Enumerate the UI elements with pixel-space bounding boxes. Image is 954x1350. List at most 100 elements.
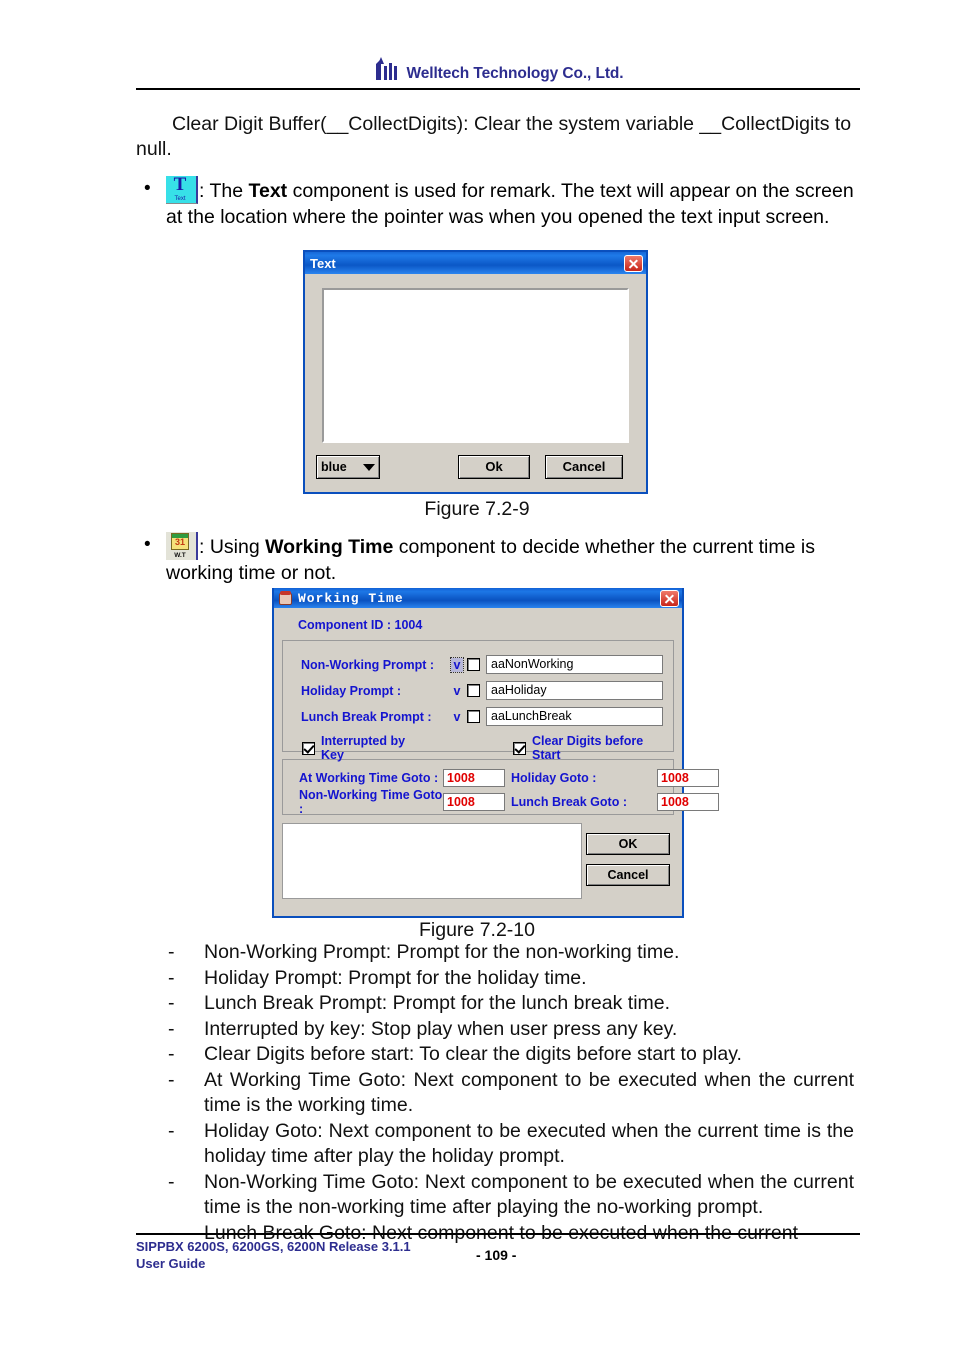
non-working-prompt-label: Non-Working Prompt : (301, 657, 435, 672)
list-marker: - (168, 1043, 175, 1065)
bullet-working-time-body: 31 W.T : Using Working Time component to… (166, 532, 856, 586)
close-icon[interactable] (624, 254, 643, 272)
figure-caption-7-2-9: Figure 7.2-9 (424, 498, 530, 520)
text-dialog-window[interactable]: Text blue Ok Cancel (303, 250, 648, 494)
color-select[interactable]: blue (316, 455, 380, 479)
list-marker: - (168, 992, 175, 1014)
footer-product-info: SIPPBX 6200S, 6200GS, 6200N Release 3.1.… (136, 1238, 476, 1272)
list-item-text: At Working Time Goto: Next component to … (204, 1068, 854, 1117)
text-dialog-titlebar: Text (305, 252, 646, 274)
calendar-icon: 31 (171, 533, 189, 550)
holiday-prompt-label: Holiday Prompt : (301, 683, 402, 698)
working-time-dialog-window[interactable]: Working Time Component ID : 1004 Non-Wor… (272, 588, 719, 918)
non-working-prompt-dropdown-icon[interactable]: v (450, 656, 464, 673)
interrupted-by-key-checkbox[interactable] (302, 741, 315, 755)
list-item: - Clear Digits before start: To clear th… (168, 1042, 854, 1068)
text-dialog-title: Text (310, 255, 336, 271)
goto-row: At Working Time Goto : 1008 Holiday Goto… (293, 767, 719, 788)
holiday-goto-field[interactable]: 1008 (657, 768, 719, 787)
welltech-logo-icon (373, 56, 403, 82)
at-working-time-goto-field[interactable]: 1008 (443, 768, 505, 787)
list-marker: - (168, 941, 175, 963)
list-item: - Non-Working Prompt: Prompt for the non… (168, 940, 854, 966)
list-marker: - (168, 1068, 175, 1091)
wt-dialog-bottom: OK Cancel (282, 823, 674, 899)
wt-dialog-titlebar: Working Time (274, 588, 682, 608)
bullet-marker: • (144, 178, 151, 199)
goto-group: At Working Time Goto : 1008 Holiday Goto… (282, 759, 719, 816)
text-input-area[interactable] (322, 288, 629, 443)
calendar-icon (278, 590, 293, 606)
calendar-icon-day: 31 (174, 537, 185, 547)
color-select-value: blue (321, 460, 347, 474)
ok-button[interactable]: OK (586, 833, 670, 855)
figure-caption-7-2-10: Figure 7.2-10 (419, 919, 535, 941)
working-time-component-icon: 31 W.T (166, 532, 198, 560)
goto-row: Non-Working Time Goto : 1008 Lunch Break… (293, 788, 719, 816)
footer-line-2: User Guide (136, 1256, 206, 1271)
list-item-text: Lunch Break Prompt: Prompt for the lunch… (204, 992, 671, 1014)
text-icon-sublabel: Text (174, 196, 186, 202)
lunch-break-goto-field[interactable]: 1008 (657, 792, 719, 811)
lunch-break-goto-label: Lunch Break Goto : (511, 794, 627, 809)
intro-paragraph: Clear Digit Buffer(__CollectDigits): Cle… (136, 113, 852, 160)
list-item-text: Holiday Prompt: Prompt for the holiday t… (204, 966, 587, 989)
text-icon-glyph: T (173, 174, 187, 195)
list-item-text: Non-Working Prompt: Prompt for the non-w… (204, 941, 680, 963)
notes-text-area[interactable] (282, 823, 582, 899)
wt-dialog-body: Component ID : 1004 Non-Working Prompt :… (274, 608, 719, 899)
list-marker: - (168, 1017, 175, 1040)
list-marker: - (168, 1119, 175, 1142)
list-marker: - (168, 966, 175, 989)
interrupted-by-key-label: Interrupted by Key (321, 734, 406, 762)
page-footer: SIPPBX 6200S, 6200GS, 6200N Release 3.1.… (136, 1238, 860, 1272)
holiday-prompt-field[interactable]: aaHoliday (486, 681, 663, 700)
lunch-break-prompt-label: Lunch Break Prompt : (301, 709, 432, 724)
bullet-text-component: • T Text : The Text component is used fo… (136, 174, 856, 230)
definition-list: - Non-Working Prompt: Prompt for the non… (168, 940, 854, 1246)
footer-divider (136, 1233, 860, 1235)
bullet-wt-lead: : Using (199, 536, 266, 558)
list-item: - Holiday Prompt: Prompt for the holiday… (168, 966, 854, 992)
non-working-prompt-checkbox[interactable] (467, 658, 480, 671)
close-icon[interactable] (660, 589, 679, 607)
holiday-prompt-checkbox[interactable] (467, 684, 480, 697)
wt-dialog-title: Working Time (298, 590, 404, 606)
holiday-goto-label: Holiday Goto : (511, 770, 597, 785)
cancel-button[interactable]: Cancel (545, 455, 623, 479)
page-number: - 109 - (476, 1247, 517, 1263)
non-working-prompt-field[interactable]: aaNonWorking (486, 655, 663, 674)
list-item: - Holiday Goto: Next component to be exe… (168, 1119, 854, 1170)
list-item-text: Non-Working Time Goto: Next component to… (204, 1170, 854, 1219)
non-working-time-goto-field[interactable]: 1008 (443, 792, 505, 811)
header-divider (136, 88, 860, 90)
list-item-text: Interrupted by key: Stop play when user … (204, 1017, 678, 1040)
header-branding: Welltech Technology Co., Ltd. (136, 56, 860, 82)
footer-line-1: SIPPBX 6200S, 6200GS, 6200N Release 3.1.… (136, 1239, 411, 1254)
lunch-break-prompt-checkbox[interactable] (467, 710, 480, 723)
bullet-working-time-component: • 31 W.T : Using Working Time component … (136, 532, 856, 586)
at-working-time-goto-label: At Working Time Goto : (299, 770, 439, 785)
holiday-prompt-dropdown-icon[interactable]: v (451, 684, 463, 698)
component-id-label: Component ID : 1004 (298, 618, 423, 632)
ok-button[interactable]: Ok (458, 455, 530, 479)
prompt-row: Holiday Prompt : v aaHoliday (293, 679, 663, 702)
list-item: - Lunch Break Prompt: Prompt for the lun… (168, 991, 854, 1017)
cancel-button[interactable]: Cancel (586, 864, 670, 886)
prompt-row: Lunch Break Prompt : v aaLunchBreak (293, 705, 663, 728)
working-time-icon-sublabel: W.T (174, 552, 186, 559)
company-name: Welltech Technology Co., Ltd. (406, 64, 624, 82)
bullet-wt-bold: Working Time (265, 536, 394, 558)
list-marker: - (168, 1170, 175, 1193)
page-header: Welltech Technology Co., Ltd. (0, 0, 954, 96)
list-item-text: Holiday Goto: Next component to be execu… (204, 1119, 854, 1168)
lunch-break-prompt-field[interactable]: aaLunchBreak (486, 707, 663, 726)
bullet-text-bold: Text (248, 180, 288, 202)
bullet-text-component-body: T Text : The Text component is used for … (166, 174, 856, 230)
bullet-text-lead: : The (199, 180, 249, 202)
wt-button-column: OK Cancel (582, 823, 674, 899)
list-item: - At Working Time Goto: Next component t… (168, 1068, 854, 1119)
clear-digits-before-start-checkbox[interactable] (513, 741, 527, 755)
prompts-group: Non-Working Prompt : v aaNonWorking Holi… (282, 640, 674, 762)
lunch-break-prompt-dropdown-icon[interactable]: v (451, 710, 463, 724)
